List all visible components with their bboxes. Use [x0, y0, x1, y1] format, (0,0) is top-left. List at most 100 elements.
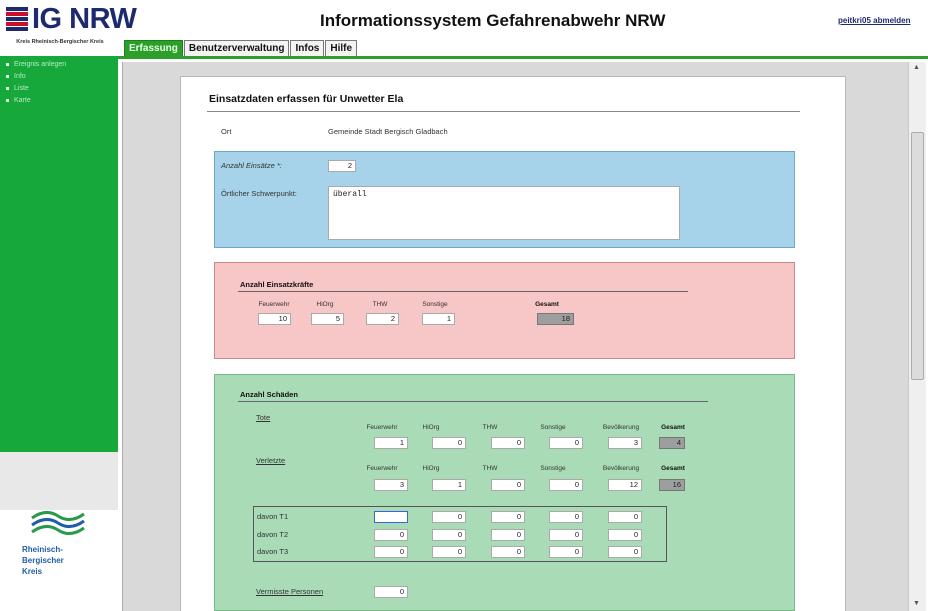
col-sonstige: Sonstige [540, 424, 566, 431]
schaeden-panel [214, 374, 795, 611]
scrollbar-thumb[interactable] [911, 132, 924, 380]
rbk-name-2: Bergischer [22, 556, 64, 565]
vermisste-label: Vermisste Personen [256, 587, 324, 596]
col-feuerwehr: Feuerwehr [366, 465, 398, 472]
kraefte-thw-input[interactable]: 2 [366, 313, 399, 325]
waves-icon [31, 511, 85, 535]
bullet-icon [6, 74, 9, 78]
col-thw: THW [482, 424, 498, 431]
divider [238, 291, 688, 292]
schwerpunkt-textarea[interactable]: überall [328, 186, 680, 240]
col-thw: THW [482, 465, 498, 472]
t1-thw-input[interactable]: 0 [491, 511, 525, 523]
kreis-label: Kreis Rheinisch-Bergischer Kreis [16, 39, 104, 45]
davon-t1-label: davon T1 [257, 512, 289, 521]
t2-thw-input[interactable]: 0 [491, 529, 525, 541]
tote-thw-input[interactable]: 0 [491, 437, 525, 449]
kraefte-sonstige-input[interactable]: 1 [422, 313, 455, 325]
tote-hiorg-input[interactable]: 0 [432, 437, 466, 449]
tab-benutzerverwaltung[interactable]: Benutzerverwaltung [183, 40, 290, 57]
t3-sonstige-input[interactable]: 0 [549, 546, 583, 558]
sidebar-item-liste[interactable]: Liste [0, 82, 118, 94]
verletzte-label: Verletzte [256, 456, 286, 465]
schaeden-heading: Anzahl Schäden [240, 390, 298, 399]
col-gesamt: Gesamt [535, 301, 559, 308]
t3-bevoelkerung-input[interactable]: 0 [608, 546, 642, 558]
verletzte-gesamt-output: 16 [659, 479, 685, 491]
verletzte-bevoelkerung-input[interactable]: 12 [608, 479, 642, 491]
sidebar-item-label: Karte [14, 96, 31, 104]
t3-hiorg-input[interactable]: 0 [432, 546, 466, 558]
anzahl-einsaetze-input[interactable]: 2 [328, 160, 356, 172]
t3-thw-input[interactable]: 0 [491, 546, 525, 558]
sidebar-item-label: Ereignis anlegen [14, 60, 67, 68]
scroll-up-icon[interactable]: ▲ [913, 64, 920, 71]
sidebar-item-label: Liste [14, 84, 29, 92]
kraefte-hiorg-input[interactable]: 5 [311, 313, 344, 325]
tote-sonstige-input[interactable]: 0 [549, 437, 583, 449]
tab-infos[interactable]: Infos [290, 40, 325, 57]
sidebar-item-karte[interactable]: Karte [0, 94, 118, 106]
anzahl-einsaetze-label: Anzahl Einsätze *: [221, 161, 282, 170]
sidebar-item-anlegen[interactable]: Ereignis anlegen [0, 58, 118, 70]
ort-label: Ort [221, 127, 232, 136]
logout-link[interactable]: peitkri05 abmelden [838, 16, 910, 25]
tote-feuerwehr-input[interactable]: 1 [374, 437, 408, 449]
col-hiorg: HiOrg [422, 424, 440, 431]
col-sonstige: Sonstige [422, 301, 448, 308]
t1-feuerwehr-input[interactable] [374, 511, 408, 523]
col-feuerwehr: Feuerwehr [366, 424, 398, 431]
verletzte-feuerwehr-input[interactable]: 3 [374, 479, 408, 491]
sidebar: Ereignis anlegen Info Liste Karte [0, 56, 118, 452]
davon-t2-label: davon T2 [257, 530, 289, 539]
tab-erfassung[interactable]: Erfassung [124, 40, 183, 57]
app-window: IG NRW Informationssystem Gefahrenabwehr… [0, 0, 928, 611]
sidebar-item-info[interactable]: Info [0, 70, 118, 82]
vertical-scrollbar[interactable]: ▲ ▼ [908, 62, 926, 611]
col-gesamt: Gesamt [661, 465, 685, 472]
col-hiorg: HiOrg [422, 465, 440, 472]
vermisste-input[interactable]: 0 [374, 586, 408, 598]
t1-bevoelkerung-input[interactable]: 0 [608, 511, 642, 523]
ort-value: Gemeinde Stadt Bergisch Gladbach [328, 127, 448, 136]
verletzte-sonstige-input[interactable]: 0 [549, 479, 583, 491]
t2-sonstige-input[interactable]: 0 [549, 529, 583, 541]
bullet-icon [6, 62, 9, 66]
t3-feuerwehr-input[interactable]: 0 [374, 546, 408, 558]
schwerpunkt-label: Örtlicher Schwerpunkt: [221, 189, 297, 198]
col-bevoelkerung: Bevölkerung [602, 465, 640, 472]
logo-text: IG NRW [32, 2, 137, 35]
bullet-icon [6, 98, 9, 102]
t2-bevoelkerung-input[interactable]: 0 [608, 529, 642, 541]
t2-feuerwehr-input[interactable]: 0 [374, 529, 408, 541]
col-sonstige: Sonstige [540, 465, 566, 472]
ig-nrw-logo: IG NRW [6, 2, 137, 36]
rbk-logo: Rheinisch- Bergischer Kreis [22, 508, 102, 576]
tote-bevoelkerung-input[interactable]: 3 [608, 437, 642, 449]
col-bevoelkerung: Bevölkerung [602, 424, 640, 431]
verletzte-hiorg-input[interactable]: 1 [432, 479, 466, 491]
t2-hiorg-input[interactable]: 0 [432, 529, 466, 541]
t1-sonstige-input[interactable]: 0 [549, 511, 583, 523]
col-hiorg: HiOrg [316, 301, 334, 308]
einsatzkraefte-panel [214, 262, 795, 359]
col-thw: THW [372, 301, 388, 308]
tab-underline [116, 56, 928, 59]
sidebar-footer-area [0, 452, 118, 510]
bullet-icon [6, 86, 9, 90]
t1-hiorg-input[interactable]: 0 [432, 511, 466, 523]
col-feuerwehr: Feuerwehr [258, 301, 290, 308]
tab-hilfe[interactable]: Hilfe [325, 40, 358, 57]
tote-label: Tote [256, 413, 271, 422]
form-title: Einsatzdaten erfassen für Unwetter Ela [209, 93, 404, 105]
tab-bar: Erfassung Benutzerverwaltung Infos Hilfe [124, 40, 358, 57]
einsatzkraefte-heading: Anzahl Einsatzkräfte [240, 280, 314, 289]
kraefte-feuerwehr-input[interactable]: 10 [258, 313, 291, 325]
verletzte-thw-input[interactable]: 0 [491, 479, 525, 491]
divider [207, 111, 800, 112]
divider [238, 401, 708, 402]
scroll-down-icon[interactable]: ▼ [913, 600, 920, 607]
sidebar-item-label: Info [14, 72, 26, 80]
app-title: Informationssystem Gefahrenabwehr NRW [320, 11, 666, 30]
rbk-name-1: Rheinisch- [22, 545, 63, 554]
